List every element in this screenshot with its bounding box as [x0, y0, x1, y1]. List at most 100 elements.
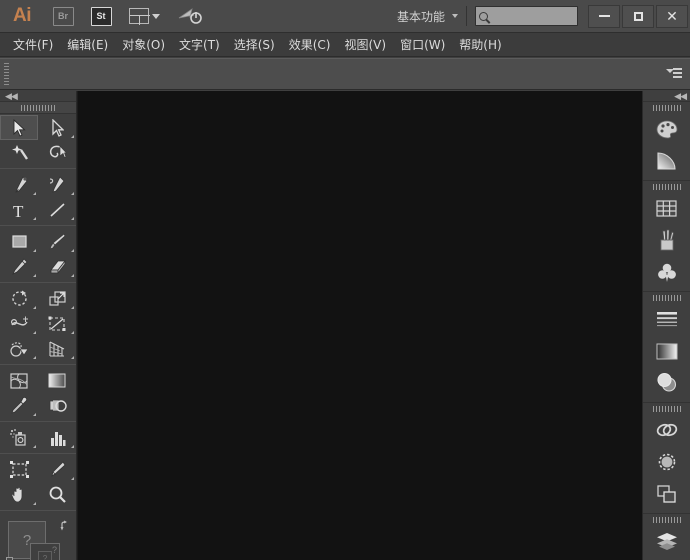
- dock-group-pathfinder: [643, 403, 690, 514]
- brushes-panel-icon[interactable]: [643, 224, 690, 256]
- menu-type[interactable]: 文字(T): [172, 33, 227, 56]
- column-graph-tool[interactable]: [38, 425, 76, 450]
- menu-edit[interactable]: 编辑(E): [60, 33, 115, 56]
- flyout-indicator-icon: [71, 135, 74, 138]
- symbols-panel-icon[interactable]: [643, 256, 690, 288]
- drag-grip-icon[interactable]: [3, 63, 10, 85]
- curvature-tool[interactable]: [38, 172, 76, 197]
- flyout-indicator-icon: [71, 477, 74, 480]
- panel-dock: ◀◀: [642, 91, 690, 560]
- color-panel-icon[interactable]: [643, 113, 690, 145]
- app-logo: Ai: [13, 5, 32, 26]
- hand-tool[interactable]: [0, 482, 38, 507]
- direct-selection-tool[interactable]: [38, 115, 76, 140]
- type-tool[interactable]: T: [0, 197, 38, 222]
- dock-grip[interactable]: [643, 403, 690, 414]
- chevron-down-icon: [452, 14, 458, 18]
- rotate-tool[interactable]: [0, 286, 38, 311]
- flyout-indicator-icon: [33, 356, 36, 359]
- magic-wand-tool[interactable]: [0, 140, 38, 165]
- dock-header: ◀◀: [643, 91, 690, 102]
- flyout-indicator-icon: [33, 502, 36, 505]
- menu-effect[interactable]: 效果(C): [282, 33, 338, 56]
- svg-text:T: T: [13, 202, 24, 219]
- perspective-grid-tool[interactable]: [38, 336, 76, 361]
- mesh-tool[interactable]: [0, 368, 38, 393]
- menu-file[interactable]: 文件(F): [6, 33, 60, 56]
- flyout-indicator-icon: [71, 217, 74, 220]
- shape-builder-tool[interactable]: [0, 336, 38, 361]
- tool-divider: [0, 282, 76, 283]
- flyout-indicator-icon: [71, 306, 74, 309]
- workspace-switcher[interactable]: 基本功能: [389, 0, 466, 33]
- dock-grip[interactable]: [643, 181, 690, 192]
- close-icon: ✕: [666, 7, 678, 24]
- rectangle-tool[interactable]: [0, 229, 38, 254]
- selection-tool[interactable]: [0, 115, 38, 140]
- blend-tool[interactable]: [38, 393, 76, 418]
- line-segment-tool[interactable]: [38, 197, 76, 222]
- dock-grip[interactable]: [643, 102, 690, 113]
- drag-grip-icon: [652, 104, 681, 111]
- flyout-indicator-icon: [33, 192, 36, 195]
- drag-grip-icon: [21, 104, 55, 111]
- pathfinder-panel-icon[interactable]: [643, 414, 690, 446]
- zoom-tool[interactable]: [38, 482, 76, 507]
- menu-window[interactable]: 窗口(W): [393, 33, 452, 56]
- transform-panel-icon[interactable]: [643, 478, 690, 510]
- eyedropper-tool[interactable]: [0, 393, 38, 418]
- menu-select[interactable]: 选择(S): [227, 33, 282, 56]
- menu-view[interactable]: 视图(V): [337, 33, 393, 56]
- flyout-indicator-icon: [33, 445, 36, 448]
- swap-fill-stroke-icon[interactable]: [60, 519, 72, 531]
- collapse-panel-icon[interactable]: ◀◀: [5, 91, 18, 102]
- close-button[interactable]: ✕: [656, 4, 688, 28]
- paintbrush-tool[interactable]: [38, 229, 76, 254]
- gradient-tool[interactable]: [38, 368, 76, 393]
- tools-panel-header: ◀◀: [0, 91, 76, 102]
- pen-tool[interactable]: [0, 172, 38, 197]
- layers-panel-icon[interactable]: [643, 525, 690, 557]
- tools-panel-grip[interactable]: [0, 102, 76, 114]
- free-transform-tool[interactable]: [38, 311, 76, 336]
- menu-object[interactable]: 对象(O): [115, 33, 172, 56]
- align-panel-icon[interactable]: [643, 446, 690, 478]
- dock-group-stroke: [643, 292, 690, 403]
- transparency-panel-icon[interactable]: [643, 367, 690, 399]
- dock-grip[interactable]: [643, 514, 690, 525]
- dock-grip[interactable]: [643, 292, 690, 303]
- pencil-tool[interactable]: [0, 254, 38, 279]
- gradient2-panel-icon[interactable]: [643, 335, 690, 367]
- stroke-panel-icon[interactable]: [643, 303, 690, 335]
- swatches-panel-icon[interactable]: [643, 192, 690, 224]
- eraser-tool[interactable]: [38, 254, 76, 279]
- bridge-button[interactable]: Br: [44, 0, 82, 33]
- minimize-button[interactable]: [588, 4, 620, 28]
- scale-tool[interactable]: [38, 286, 76, 311]
- panel-menu-icon[interactable]: [666, 67, 682, 81]
- dock-group-swatches: [643, 181, 690, 292]
- search-input[interactable]: [491, 10, 571, 22]
- search-box[interactable]: [475, 6, 578, 26]
- document-canvas[interactable]: [77, 91, 642, 560]
- slice-tool[interactable]: [38, 457, 76, 482]
- dock-group-layers: [643, 514, 690, 560]
- arrange-documents-button[interactable]: [120, 0, 168, 33]
- tool-divider: [0, 421, 76, 422]
- flyout-indicator-icon: [71, 356, 74, 359]
- gradient-panel-icon[interactable]: [643, 145, 690, 177]
- menu-help[interactable]: 帮助(H): [452, 33, 508, 56]
- maximize-button[interactable]: [622, 4, 654, 28]
- expand-panels-icon[interactable]: ◀◀: [674, 91, 687, 102]
- symbol-sprayer-tool[interactable]: [0, 425, 38, 450]
- tool-divider: [0, 510, 76, 511]
- artboard-tool[interactable]: [0, 457, 38, 482]
- width-tool[interactable]: [0, 311, 38, 336]
- drag-grip-icon: [652, 294, 681, 301]
- stock-button[interactable]: St: [82, 0, 120, 33]
- sync-settings-button[interactable]: [168, 0, 212, 33]
- arrange-documents-icon: [128, 8, 150, 25]
- flyout-indicator-icon: [71, 445, 74, 448]
- lasso-tool[interactable]: [38, 140, 76, 165]
- dock-group-color: [643, 102, 690, 181]
